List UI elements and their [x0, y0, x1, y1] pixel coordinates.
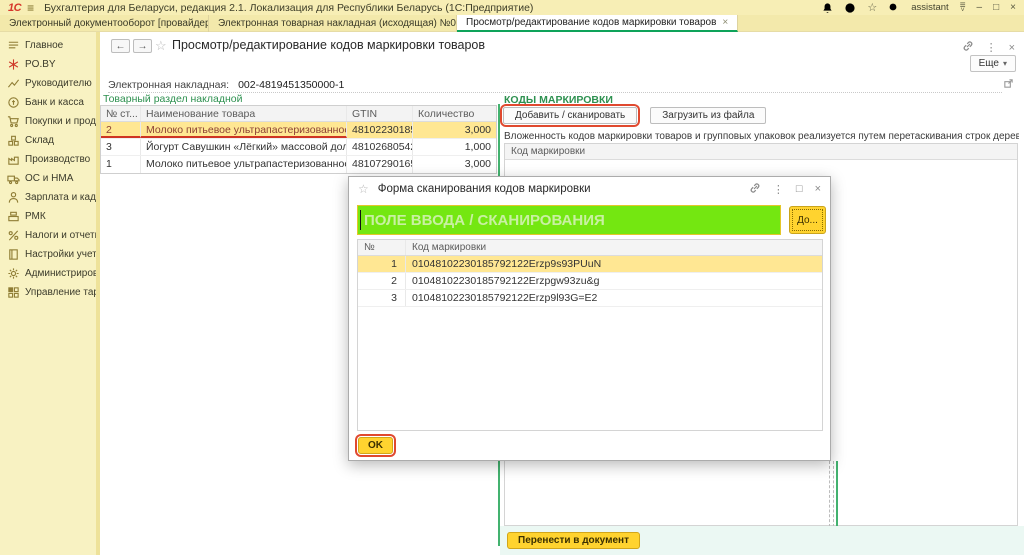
invoice-value[interactable]: 002-4819451350000-1 [238, 79, 344, 91]
sidebar-item-sklad[interactable]: Склад [0, 131, 96, 150]
truck-icon [7, 172, 20, 185]
sidebar-item-nalogi[interactable]: Налоги и отчетность [0, 226, 96, 245]
search-icon[interactable] [888, 2, 900, 14]
window-titlebar: 1С ≡ Бухгалтерия для Беларуси, редакция … [0, 0, 1024, 15]
close-window-button[interactable]: × [1010, 2, 1016, 13]
invoice-field-row: Электронная накладная: 002-4819451350000… [108, 77, 1002, 93]
splitter-accent [836, 461, 838, 527]
text-caret [360, 210, 361, 230]
gear-icon [7, 267, 20, 280]
goods-row[interactable]: 1 Молоко питьевое ультрапастеризованное … [101, 156, 496, 173]
cash-register-icon [7, 210, 20, 223]
open-invoice-icon[interactable] [1003, 78, 1014, 92]
favorites-star-icon[interactable]: ☆ [867, 1, 877, 14]
window-title: Бухгалтерия для Беларуси, редакция 2.1. … [44, 2, 533, 14]
book-icon [7, 248, 20, 261]
add-scan-button[interactable]: Добавить / сканировать [503, 107, 637, 124]
sidebar-item-rmk[interactable]: РМК [0, 207, 96, 226]
get-link-icon[interactable] [749, 182, 761, 197]
codes-table-header: № Код маркировки [358, 240, 822, 256]
more-menu-icon[interactable]: ⋮ [773, 183, 784, 196]
grid-icon [7, 286, 20, 299]
sidebar-item-nastroyki-ucheta[interactable]: Настройки учета [0, 245, 96, 264]
goods-table-header: № ст... Наименование товара GTIN Количес… [101, 106, 496, 122]
tour-highlight: Добавить / сканировать [503, 107, 637, 124]
splitter-handle[interactable] [829, 461, 830, 527]
tour-highlight: OK [358, 437, 393, 454]
person-icon [7, 191, 20, 204]
favorite-star-icon[interactable]: ☆ [155, 38, 167, 54]
tab-bar: Электронный документооборот [провайдер -… [0, 15, 1024, 32]
transfer-to-document-button[interactable]: Перенести в документ [507, 532, 640, 549]
codes-hint-text: Вложенность кодов маркировки товаров и г… [504, 131, 1019, 142]
dialog-title: Форма сканирования кодов маркировки [378, 183, 591, 195]
scan-input-field[interactable] [357, 205, 781, 235]
menu-lines-icon [7, 39, 20, 52]
sidebar-item-upravlenie-tarifom[interactable]: Управление тарифом [0, 283, 96, 302]
scan-codes-dialog: ☆ Форма сканирования кодов маркировки ⋮ … [348, 176, 831, 461]
sidebar-item-proizvodstvo[interactable]: Производство [0, 150, 96, 169]
tab-edo[interactable]: Электронный документооборот [провайдер -… [0, 15, 209, 32]
forward-button[interactable]: → [133, 39, 152, 53]
tab-invoice[interactable]: Электронная товарная накладная (исходяща… [209, 15, 457, 32]
sidebar-item-bank-kassa[interactable]: Банк и касса [0, 93, 96, 112]
more-button[interactable]: Еще ▾ [970, 55, 1016, 72]
invoice-label: Электронная накладная: [108, 79, 229, 91]
boxes-icon [7, 134, 20, 147]
goods-row[interactable]: 3 Йогурт Савушкин «Лёгкий» массовой доле… [101, 139, 496, 156]
code-row[interactable]: 2 01048102230185792122Erzpgw93zu&g [358, 273, 822, 290]
codes-column-header[interactable]: Код маркировки [505, 144, 1017, 160]
restore-button[interactable]: □ [993, 2, 999, 13]
tab-marking-codes[interactable]: Просмотр/редактирование кодов маркировки… [457, 15, 738, 32]
goods-table: № ст... Наименование товара GTIN Количес… [100, 105, 497, 174]
splitter-handle[interactable] [833, 461, 834, 527]
caret-down-icon: ▾ [1003, 59, 1007, 68]
dialog-titlebar: ☆ Форма сканирования кодов маркировки ⋮ … [349, 177, 830, 201]
close-form-icon[interactable]: × [1009, 42, 1015, 54]
page-title: Просмотр/редактирование кодов маркировки… [172, 38, 485, 52]
ok-button[interactable]: OK [358, 437, 393, 454]
goods-section-title: Товарный раздел накладной [103, 93, 242, 105]
maximize-icon[interactable]: □ [796, 183, 803, 195]
sidebar-item-rukovoditelyu[interactable]: Руководителю [0, 74, 96, 93]
more-menu-icon[interactable]: ⋮ [986, 41, 997, 54]
service-menu-icon[interactable]: ≡˅ [960, 3, 966, 13]
main-menu-icon[interactable]: ≡ [27, 1, 34, 15]
factory-icon [7, 153, 20, 166]
percent-icon [7, 229, 20, 242]
close-dialog-icon[interactable]: × [815, 183, 821, 195]
sidebar-nav: Главное PO.BY Руководителю Банк и касса … [0, 32, 96, 555]
asterisk-icon [7, 58, 20, 71]
scanned-codes-table: № Код маркировки 1 01048102230185792122E… [357, 239, 823, 431]
cart-icon [7, 115, 20, 128]
get-link-icon[interactable] [962, 40, 974, 55]
app-logo: 1С [8, 2, 21, 14]
assistant-label[interactable]: assistant [911, 2, 949, 13]
sidebar-item-glavnoe[interactable]: Главное [0, 36, 96, 55]
history-icon[interactable] [844, 2, 856, 14]
code-row-selected[interactable]: 1 01048102230185792122Erzp9s93PUuN [358, 256, 822, 273]
sidebar-item-administrirovanie[interactable]: Администрирование [0, 264, 96, 283]
back-button[interactable]: ← [111, 39, 130, 53]
codes-section-title: КОДЫ МАРКИРОВКИ [504, 94, 613, 106]
codes-footer: Перенести в документ [500, 526, 1024, 555]
code-row[interactable]: 3 01048102230185792122Erzp9l93G=E2 [358, 290, 822, 307]
sidebar-item-pokupki-prodazhi[interactable]: Покупки и продажи [0, 112, 96, 131]
favorite-star-icon[interactable]: ☆ [358, 182, 369, 196]
sidebar-item-os-nma[interactable]: ОС и НМА [0, 169, 96, 188]
load-from-file-button[interactable]: Загрузить из файла [650, 107, 766, 124]
goods-row-selected[interactable]: 2 Молоко питьевое ультрапастеризованное … [101, 122, 496, 139]
notifications-bell-icon[interactable] [822, 2, 833, 14]
sidebar-item-poby[interactable]: PO.BY [0, 55, 96, 74]
coin-icon [7, 96, 20, 109]
add-code-button[interactable]: До... [789, 206, 826, 234]
minimize-button[interactable]: – [977, 2, 983, 13]
chart-line-icon [7, 77, 20, 90]
close-tab-icon[interactable]: × [722, 17, 728, 28]
sidebar-item-zarplata-kadry[interactable]: Зарплата и кадры [0, 188, 96, 207]
